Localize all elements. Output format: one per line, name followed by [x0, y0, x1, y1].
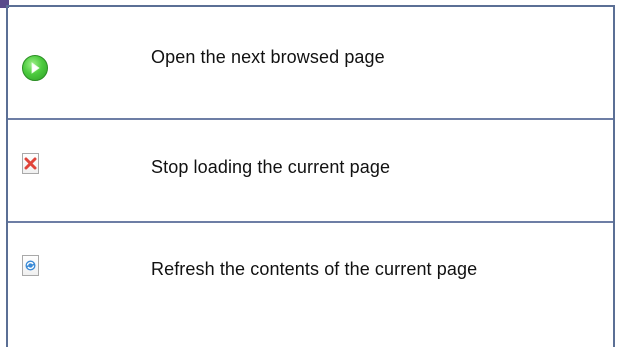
- row-2-icon-cell: [22, 153, 39, 174]
- row-divider: [8, 221, 613, 223]
- stop-loading-icon: [22, 153, 39, 174]
- next-page-icon: [22, 55, 48, 81]
- row-divider: [8, 118, 613, 120]
- row-1-label: Open the next browsed page: [151, 47, 385, 67]
- refresh-page-icon: [22, 255, 39, 276]
- row-3-label: Refresh the contents of the current page: [151, 259, 478, 279]
- row-3-icon-cell: [22, 255, 39, 276]
- row-2-label: Stop loading the current page: [151, 157, 391, 177]
- row-1-icon-cell: [22, 55, 48, 81]
- toolbar-legend-table: Open the next browsed page Stop loading …: [6, 5, 615, 347]
